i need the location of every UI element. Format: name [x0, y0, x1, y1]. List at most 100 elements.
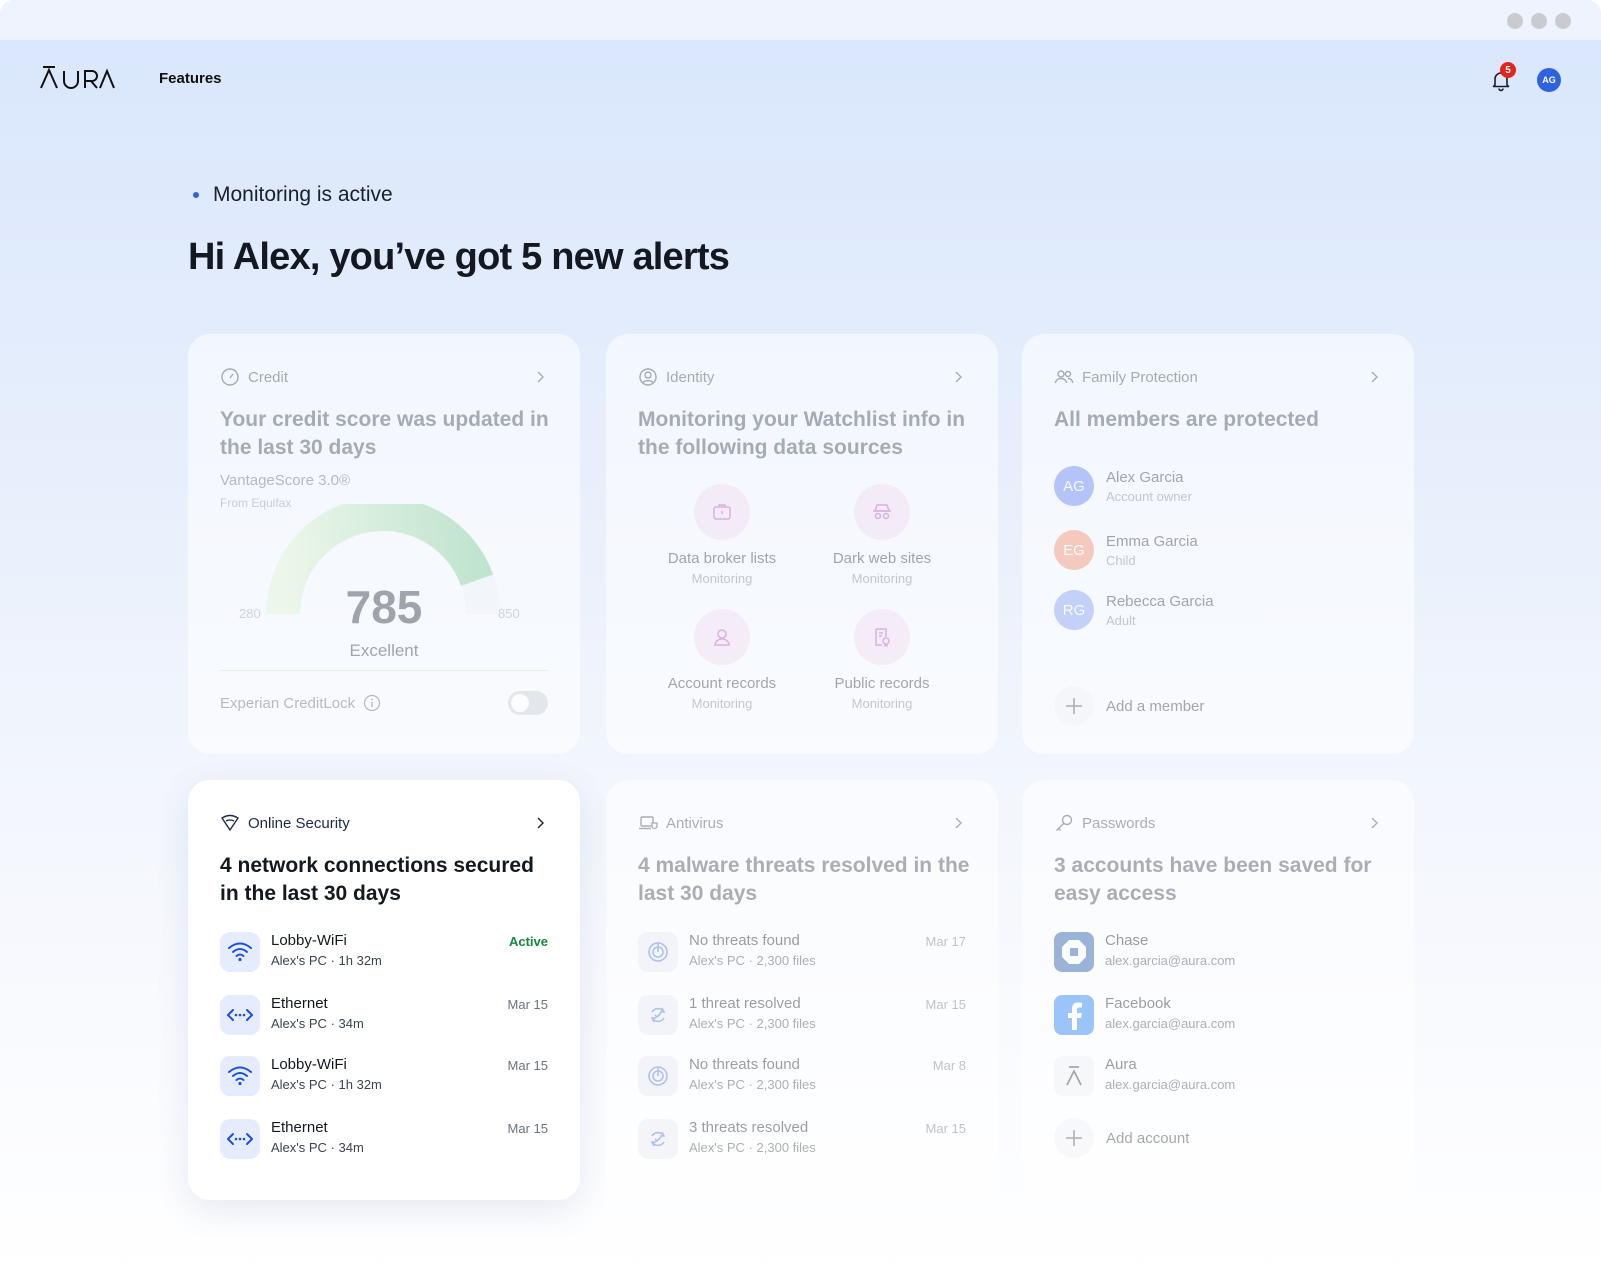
plus-icon [1066, 1130, 1082, 1146]
member-row[interactable]: RG Rebecca Garcia Adult [1054, 590, 1214, 630]
users-icon [1054, 370, 1074, 384]
scan-result: 1 threat resolved [689, 995, 801, 1012]
passwords-card[interactable]: Passwords 3 accounts have been saved for… [1022, 780, 1414, 1200]
scan-date: Mar 8 [932, 1058, 966, 1073]
list-item[interactable]: No threats found Alex's PC · 2,300 files… [638, 1056, 966, 1100]
member-name: Alex Garcia [1106, 468, 1184, 486]
list-item[interactable]: Facebook alex.garcia@aura.com [1054, 995, 1382, 1039]
member-name: Rebecca Garcia [1106, 592, 1214, 610]
source-account-records[interactable]: Account records Monitoring [642, 609, 802, 711]
list-item[interactable]: Aura alex.garcia@aura.com [1054, 1056, 1382, 1100]
speedometer-icon [221, 368, 239, 386]
shield-wifi-icon [221, 814, 239, 831]
scan-date: Mar 17 [925, 934, 966, 949]
online-security-card[interactable]: Online Security 4 network connections se… [188, 780, 580, 1200]
scan-meta: Alex's PC · 2,300 files [689, 953, 816, 968]
member-row[interactable]: EG Emma Garcia Child [1054, 530, 1198, 570]
credit-label: Credit [248, 368, 289, 386]
scan-result: 3 threats resolved [689, 1119, 809, 1136]
connection-date: Mar 15 [507, 1058, 548, 1073]
device-name: Alex's PC [689, 953, 745, 968]
scan-icon [638, 1056, 678, 1096]
credit-card[interactable]: Credit Your credit score was updated in … [188, 334, 580, 754]
member-row[interactable]: AG Alex Garcia Account owner [1054, 466, 1192, 506]
scan-icon [638, 932, 678, 972]
family-label: Family Protection [1082, 368, 1198, 386]
family-protection-card[interactable]: Family Protection All members are protec… [1022, 334, 1414, 754]
connection-name: Ethernet [271, 995, 328, 1012]
source-status: Monitoring [691, 571, 753, 586]
toggle-knob [511, 694, 529, 712]
creditlock-label: Experian CreditLock [220, 694, 356, 712]
file-count: 2,300 files [756, 1140, 816, 1155]
source-public-records[interactable]: Public records Monitoring [802, 609, 962, 711]
list-item[interactable]: 3 threats resolved Alex's PC · 2,300 fil… [638, 1119, 966, 1163]
status-dot-icon [193, 192, 199, 198]
creditlock-toggle[interactable] [508, 691, 548, 715]
identity-card[interactable]: Identity Monitoring your Watchlist info … [606, 334, 998, 754]
chevron-right-icon[interactable] [534, 370, 548, 384]
source-status: Monitoring [851, 571, 913, 586]
connection-meta: Alex's PC · 34m [271, 1016, 364, 1031]
creditlock-row: Experian CreditLock [220, 694, 381, 712]
file-count: 2,300 files [756, 953, 816, 968]
account-email: alex.garcia@aura.com [1105, 1077, 1236, 1092]
account-name: Aura [1105, 1056, 1137, 1073]
source-data-broker[interactable]: Data broker lists Monitoring [642, 484, 802, 586]
passwords-title: 3 accounts have been saved for easy acce… [1054, 854, 1372, 905]
nav-features-link[interactable]: Features [159, 70, 222, 87]
spy-icon [873, 504, 891, 520]
chevron-right-icon[interactable] [534, 816, 548, 830]
list-item[interactable]: No threats found Alex's PC · 2,300 files… [638, 932, 966, 976]
antivirus-title: 4 malware threats resolved in the last 3… [638, 854, 970, 905]
score-model: VantageScore 3.0® [220, 472, 351, 489]
device-name: Alex's PC [689, 1077, 745, 1092]
chevron-right-icon[interactable] [1368, 816, 1382, 830]
aura-logo[interactable] [40, 64, 116, 92]
connection-date: Mar 15 [507, 997, 548, 1012]
member-role: Adult [1106, 612, 1136, 628]
window-dot-1[interactable] [1507, 13, 1523, 29]
connection-date: Mar 15 [507, 1121, 548, 1136]
identity-title: Monitoring your Watchlist info in the fo… [638, 408, 966, 459]
info-icon[interactable] [363, 694, 381, 712]
bug-fixed-icon [638, 995, 678, 1035]
list-item[interactable]: Ethernet Alex's PC · 34m Mar 15 [220, 995, 548, 1039]
account-name: Chase [1105, 932, 1149, 949]
window-dot-2[interactable] [1531, 13, 1547, 29]
identity-label: Identity [666, 368, 715, 386]
user-avatar[interactable]: AG [1537, 68, 1561, 92]
member-role: Account owner [1106, 488, 1192, 504]
chevron-right-icon[interactable] [952, 370, 966, 384]
list-item[interactable]: Ethernet Alex's PC · 34m Mar 15 [220, 1119, 548, 1163]
list-item[interactable]: Chase alex.garcia@aura.com [1054, 932, 1382, 976]
add-member-label: Add a member [1106, 697, 1205, 715]
source-name: Data broker lists [667, 550, 777, 567]
device-name: Alex's PC [271, 953, 327, 968]
scan-meta: Alex's PC · 2,300 files [689, 1140, 816, 1155]
status-badge: Active [508, 934, 548, 949]
add-member-button[interactable]: Add a member [1054, 686, 1204, 726]
chevron-right-icon[interactable] [952, 816, 966, 830]
account-name: Facebook [1105, 995, 1171, 1012]
list-item[interactable]: Lobby-WiFi Alex's PC · 1h 32m Mar 15 [220, 1056, 548, 1100]
chase-logo-icon [1054, 932, 1094, 972]
device-name: Alex's PC [271, 1016, 327, 1031]
wifi-icon [220, 932, 260, 972]
list-item[interactable]: 1 threat resolved Alex's PC · 2,300 file… [638, 995, 966, 1039]
source-dark-web[interactable]: Dark web sites Monitoring [802, 484, 962, 586]
credit-score: 785 [345, 581, 423, 633]
window-dot-3[interactable] [1555, 13, 1571, 29]
antivirus-card[interactable]: Antivirus 4 malware threats resolved in … [606, 780, 998, 1200]
scan-date: Mar 15 [925, 1121, 966, 1136]
connection-meta: Alex's PC · 34m [271, 1140, 364, 1155]
member-role: Child [1106, 552, 1136, 568]
device-name: Alex's PC [689, 1140, 745, 1155]
add-account-button[interactable]: Add account [1054, 1118, 1189, 1158]
app-window: Features 5 AG Monitoring is active Hi Al… [0, 0, 1601, 1280]
scan-result: No threats found [689, 932, 800, 949]
person-icon [714, 629, 730, 646]
list-item[interactable]: Lobby-WiFi Alex's PC · 1h 32m Active [220, 932, 548, 976]
chevron-right-icon[interactable] [1368, 370, 1382, 384]
duration: 34m [338, 1016, 364, 1031]
